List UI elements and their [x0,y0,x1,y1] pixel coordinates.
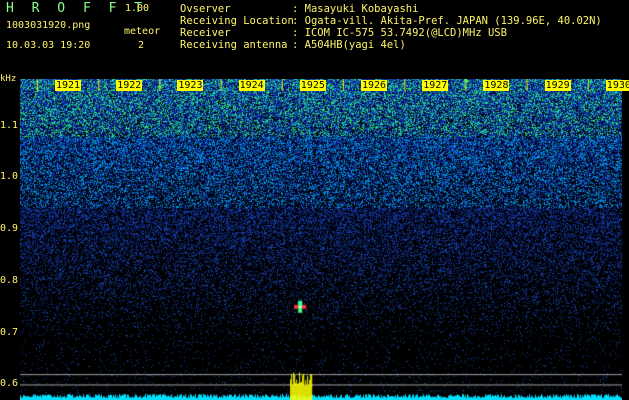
meteor-count-label: meteor [124,26,161,37]
time-tick-label: 1921 [55,80,82,91]
file-name: 1003031920.png [6,20,91,31]
spectrogram-canvas [20,79,622,400]
frequency-tick-label: 0.9 [0,223,19,235]
frequency-tick-label: 0.6 [0,378,19,390]
receiver-label: Receiver [180,27,231,39]
time-tick-label: 1922 [116,80,143,91]
observer-label: Ovserver [180,3,231,15]
location-value: : Ogata-vill. Akita-Pref. JAPAN (139.96E… [292,15,602,27]
receiver-value: : ICOM IC-575 53.7492(@LCD)MHz USB [292,27,507,39]
time-tick-label: 1930 [605,80,629,91]
app-version: 1.00 [125,3,150,14]
frequency-tick-label: 1.1 [0,119,19,131]
time-tick-label: 1928 [483,80,510,91]
frequency-tick-label: 0.8 [0,274,19,286]
frequency-tick-label: 0.7 [0,326,19,338]
frequency-unit-label: kHz [0,74,17,84]
date-time: 10.03.03 19:20 [6,40,91,51]
time-tick-label: 1926 [361,80,388,91]
time-tick-label: 1923 [177,80,204,91]
frequency-tick-label: 1.0 [0,171,19,183]
meteor-count: 2 [138,40,145,51]
antenna-value: : A504HB(yagi 4el) [292,39,406,51]
time-tick-label: 1925 [299,80,326,91]
location-label: Receiving Location [180,15,294,27]
antenna-label: Receiving antenna [180,39,288,51]
time-tick-label: 1924 [238,80,265,91]
time-tick-label: 1929 [544,80,571,91]
observer-value: : Masayuki Kobayashi [292,3,419,15]
time-tick-label: 1927 [422,80,449,91]
